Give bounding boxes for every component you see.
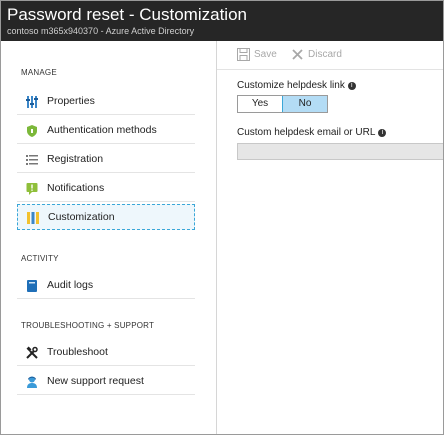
close-icon: [292, 49, 303, 60]
sidebar-item-new-support-request[interactable]: New support request: [17, 369, 195, 395]
sidebar-item-label: Audit logs: [47, 279, 94, 291]
page-title: Password reset - Customization: [7, 5, 247, 24]
page-subtitle: contoso m365x940370 - Azure Active Direc…: [7, 26, 195, 36]
toggle-no[interactable]: No: [282, 96, 327, 112]
sidebar-item-label: Customization: [48, 211, 115, 223]
tools-icon: [26, 346, 38, 359]
sidebar-item-properties[interactable]: Properties: [17, 89, 195, 115]
sidebar-item-label: Authentication methods: [47, 124, 157, 136]
discard-label: Discard: [308, 49, 342, 60]
support-person-icon: [27, 376, 37, 388]
email-url-label: Custom helpdesk email or URL i: [237, 127, 387, 138]
sidebar-item-label: Notifications: [47, 182, 105, 194]
helpdesk-link-text: Customize helpdesk link: [237, 80, 345, 91]
save-icon: [237, 48, 250, 61]
helpdesk-link-label: Customize helpdesk link i: [237, 80, 356, 91]
sidebar-item-notifications[interactable]: Notifications: [17, 176, 195, 202]
sidebar-item-label: Registration: [47, 153, 104, 165]
command-bar: Save Discard: [217, 41, 443, 70]
main-panel: Save Discard Customize helpdesk link i Ye…: [217, 41, 443, 434]
sidebar-item-label: New support request: [47, 375, 144, 387]
properties-icon: [26, 96, 38, 108]
section-activity: ACTIVITY: [21, 254, 59, 263]
shield-icon: [27, 125, 37, 137]
list-icon: [26, 155, 38, 165]
section-troubleshooting-support: TROUBLESHOOTING + SUPPORT: [21, 321, 155, 330]
sidebar-item-customization[interactable]: Customization: [17, 204, 195, 230]
sidebar: MANAGE Properties Authentication methods…: [1, 41, 217, 434]
section-manage: MANAGE: [21, 68, 57, 77]
blade-header: Password reset - Customization contoso m…: [1, 1, 443, 41]
sidebar-item-troubleshoot[interactable]: Troubleshoot: [17, 340, 195, 366]
sidebar-item-authentication-methods[interactable]: Authentication methods: [17, 118, 195, 144]
sidebar-item-label: Troubleshoot: [47, 346, 108, 358]
info-icon[interactable]: i: [347, 82, 356, 90]
helpdesk-link-toggle[interactable]: Yes No: [237, 95, 328, 113]
customization-icon: [27, 212, 39, 224]
notification-icon: [26, 183, 38, 195]
sidebar-item-label: Properties: [47, 95, 95, 107]
sidebar-item-registration[interactable]: Registration: [17, 147, 195, 173]
toggle-yes[interactable]: Yes: [238, 96, 282, 112]
sidebar-item-audit-logs[interactable]: Audit logs: [17, 273, 195, 299]
save-label: Save: [254, 49, 277, 60]
helpdesk-email-field[interactable]: [237, 143, 443, 160]
info-icon[interactable]: i: [378, 129, 387, 137]
window: Password reset - Customization contoso m…: [0, 0, 444, 435]
email-url-text: Custom helpdesk email or URL: [237, 127, 376, 138]
book-icon: [27, 280, 37, 292]
